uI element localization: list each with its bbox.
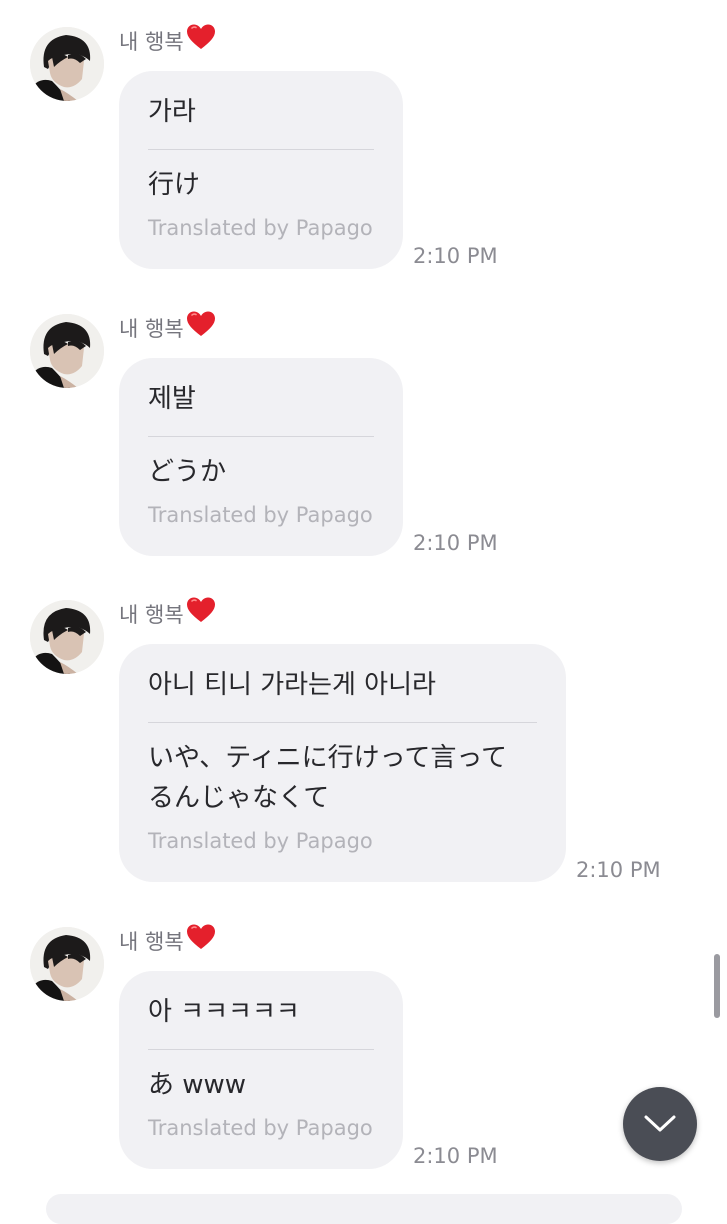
original-text: 아니 티니 가라는게 아니라 <box>148 670 436 700</box>
translated-text: あ www <box>148 1070 247 1100</box>
sender-name: 내 행복 <box>119 597 216 630</box>
timestamp: 2:10 PM <box>413 531 498 555</box>
translation-credit: Translated by Papago <box>148 216 373 240</box>
message-bubble[interactable]: 가라 行け Translated by Papago <box>119 71 403 269</box>
translated-text-line: るんじゃなくて <box>148 783 330 813</box>
translated-text: いや、ティニに行けって言って るんじゃなくて <box>148 723 537 818</box>
timestamp: 2:10 PM <box>413 244 498 268</box>
next-message-bubble-edge <box>46 1194 682 1224</box>
translated-text: どうか <box>148 457 227 487</box>
sender-name: 내 행복 <box>119 924 216 957</box>
original-text: 아 ㅋㅋㅋㅋㅋ <box>148 997 300 1027</box>
timestamp: 2:10 PM <box>413 1144 498 1168</box>
message-bubble[interactable]: 제발 どうか Translated by Papago <box>119 358 403 556</box>
scroll-to-bottom-button[interactable] <box>623 1087 697 1161</box>
sender-name: 내 행복 <box>119 311 216 344</box>
timestamp: 2:10 PM <box>576 858 661 882</box>
sender-name-text: 내 행복 <box>119 317 184 341</box>
sender-name-text: 내 행복 <box>119 930 184 954</box>
avatar[interactable] <box>30 927 104 1001</box>
message-bubble[interactable]: 아 ㅋㅋㅋㅋㅋ あ www Translated by Papago <box>119 971 403 1169</box>
heart-icon <box>186 310 216 346</box>
sender-name-text: 내 행복 <box>119 30 184 54</box>
message-bubble[interactable]: 아니 티니 가라는게 아니라 いや、ティニに行けって言って るんじゃなくて Tr… <box>119 644 566 882</box>
chat-message-list[interactable]: 내 행복 가라 行け Translated by Papago 2:10 PM … <box>0 0 727 1200</box>
translation-credit: Translated by Papago <box>148 1116 373 1140</box>
avatar[interactable] <box>30 314 104 388</box>
sender-name-text: 내 행복 <box>119 603 184 627</box>
heart-icon <box>186 23 216 59</box>
translated-text-line: いや、ティニに行けって言って <box>148 743 508 773</box>
translation-credit: Translated by Papago <box>148 503 373 527</box>
heart-icon <box>186 596 216 632</box>
chevron-down-icon <box>644 1115 676 1132</box>
scrollbar[interactable] <box>714 954 720 1018</box>
translation-credit: Translated by Papago <box>148 829 373 853</box>
original-text: 가라 <box>148 97 196 127</box>
avatar[interactable] <box>30 600 104 674</box>
translated-text: 行け <box>148 170 201 200</box>
original-text: 제발 <box>148 384 196 414</box>
avatar[interactable] <box>30 27 104 101</box>
heart-icon <box>186 923 216 959</box>
sender-name: 내 행복 <box>119 24 216 57</box>
